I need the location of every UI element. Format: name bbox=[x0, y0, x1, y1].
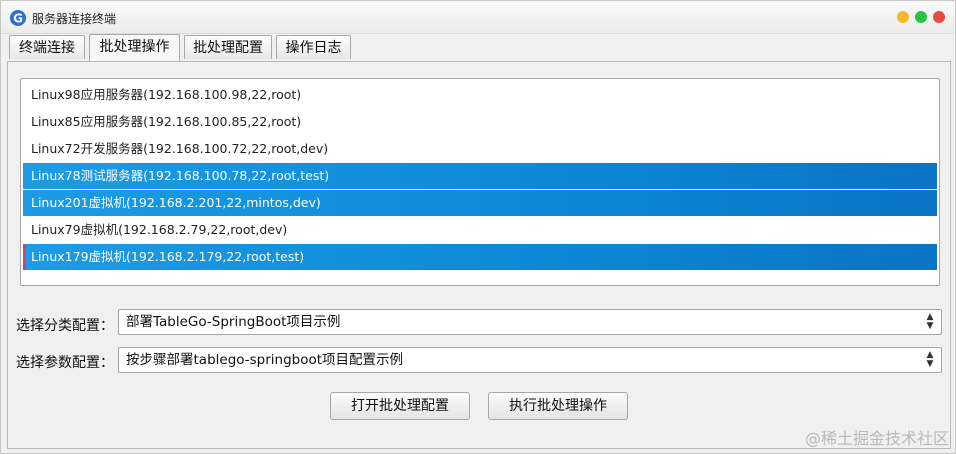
param-select[interactable]: 按步骤部署tablego-springboot项目配置示例 ▲ ▼ bbox=[118, 347, 942, 373]
open-batch-config-button[interactable]: 打开批处理配置 bbox=[330, 392, 470, 420]
tab-batch-operation[interactable]: 批处理操作 bbox=[89, 34, 180, 61]
server-list-item[interactable]: Linux201虚拟机(192.168.2.201,22,mintos,dev) bbox=[23, 190, 937, 216]
param-select-value: 按步骤部署tablego-springboot项目配置示例 bbox=[126, 352, 404, 368]
watermark: @稀土掘金技术社区 bbox=[804, 429, 949, 448]
tab-batch-config[interactable]: 批处理配置 bbox=[184, 35, 272, 59]
category-select-value: 部署TableGo-SpringBoot项目示例 bbox=[126, 314, 341, 330]
server-list-item[interactable]: Linux78测试服务器(192.168.100.78,22,root,test… bbox=[23, 163, 937, 189]
param-select-label: 选择参数配置： bbox=[16, 355, 114, 371]
run-batch-button[interactable]: 执行批处理操作 bbox=[488, 392, 628, 420]
svg-text:G: G bbox=[13, 12, 23, 26]
server-list-item[interactable]: Linux98应用服务器(192.168.100.98,22,root) bbox=[23, 82, 937, 108]
server-list[interactable]: Linux98应用服务器(192.168.100.98,22,root) Lin… bbox=[20, 78, 940, 286]
server-list-item[interactable]: Linux79虚拟机(192.168.2.79,22,root,dev) bbox=[23, 217, 937, 243]
server-list-item[interactable]: Linux179虚拟机(192.168.2.179,22,root,test) bbox=[23, 244, 937, 270]
batch-operation-panel: Linux98应用服务器(192.168.100.98,22,root) Lin… bbox=[7, 61, 951, 449]
app-window: G 服务器连接终端 终端连接 批处理操作 批处理配置 操作日志 Linux98应… bbox=[0, 0, 956, 454]
tab-terminal[interactable]: 终端连接 bbox=[9, 35, 85, 59]
spinner-arrows-icon[interactable]: ▲ ▼ bbox=[923, 313, 937, 331]
category-select[interactable]: 部署TableGo-SpringBoot项目示例 ▲ ▼ bbox=[118, 309, 942, 335]
server-list-item[interactable]: Linux72开发服务器(192.168.100.72,22,root,dev) bbox=[23, 136, 937, 162]
server-list-item[interactable]: Linux85应用服务器(192.168.100.85,22,root) bbox=[23, 109, 937, 135]
category-select-label: 选择分类配置： bbox=[16, 318, 114, 334]
minimize-button[interactable] bbox=[897, 11, 909, 23]
window-title: 服务器连接终端 bbox=[32, 12, 117, 26]
title-bar[interactable]: G 服务器连接终端 bbox=[1, 1, 955, 34]
tab-operation-log[interactable]: 操作日志 bbox=[276, 35, 351, 59]
app-logo-icon: G bbox=[10, 10, 26, 26]
close-button[interactable] bbox=[933, 11, 945, 23]
maximize-button[interactable] bbox=[915, 11, 927, 23]
spinner-arrows-icon[interactable]: ▲ ▼ bbox=[923, 351, 937, 369]
